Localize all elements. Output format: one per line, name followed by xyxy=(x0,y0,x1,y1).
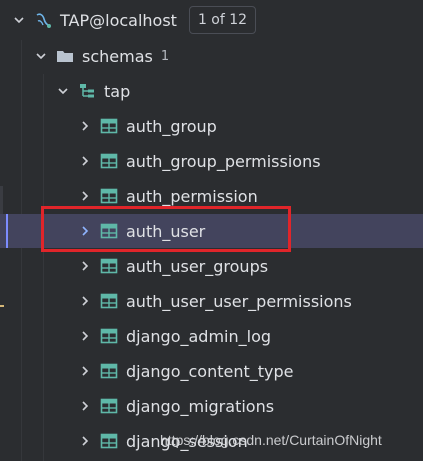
table-icon xyxy=(100,222,118,240)
table-icon xyxy=(100,327,118,345)
chevron-right-icon[interactable] xyxy=(78,189,92,203)
chevron-right-icon[interactable] xyxy=(78,154,92,168)
chevron-right-icon[interactable] xyxy=(78,329,92,343)
selection-indicator xyxy=(6,214,8,248)
folder-icon xyxy=(56,47,74,65)
table-icon xyxy=(100,187,118,205)
tree-row-connection[interactable]: TAP@localhost 1 of 12 xyxy=(0,3,423,37)
schema-icon xyxy=(78,82,96,100)
table-icon xyxy=(100,152,118,170)
table-label: auth_group xyxy=(126,116,217,136)
table-icon xyxy=(100,432,118,450)
table-label: auth_user xyxy=(126,221,206,241)
chevron-right-icon[interactable] xyxy=(78,119,92,133)
table-label: auth_user_user_permissions xyxy=(126,291,352,311)
database-tree: TAP@localhost 1 of 12 schemas 1 tap auth… xyxy=(0,0,423,461)
table-icon xyxy=(100,292,118,310)
chevron-right-icon[interactable] xyxy=(78,294,92,308)
tree-row-table[interactable]: auth_group_permissions xyxy=(0,144,423,178)
tree-row-table[interactable]: django_admin_log xyxy=(0,319,423,353)
table-label: auth_user_groups xyxy=(126,256,269,276)
table-icon xyxy=(100,397,118,415)
tree-row-schema-tap[interactable]: tap xyxy=(0,74,423,108)
chevron-right-icon[interactable] xyxy=(78,434,92,448)
tree-row-table[interactable]: auth_group xyxy=(0,109,423,143)
chevron-down-icon[interactable] xyxy=(34,49,48,63)
chevron-down-icon[interactable] xyxy=(56,84,70,98)
table-label: auth_permission xyxy=(126,186,258,206)
table-label: django_migrations xyxy=(126,396,275,416)
connection-label: TAP@localhost xyxy=(60,10,177,30)
tree-row-table[interactable]: django_content_type xyxy=(0,354,423,388)
table-icon xyxy=(100,117,118,135)
table-icon xyxy=(100,257,118,275)
schemas-label: schemas xyxy=(82,46,153,66)
chevron-right-icon[interactable] xyxy=(78,364,92,378)
tree-row-schemas[interactable]: schemas 1 xyxy=(0,39,423,73)
schema-label: tap xyxy=(104,81,131,101)
table-label: django_admin_log xyxy=(126,326,272,346)
tree-row-table[interactable]: django_migrations xyxy=(0,389,423,423)
watermark-text: https://blog.csdn.net/CurtainOfNight xyxy=(160,432,382,448)
tree-row-table[interactable]: auth_user xyxy=(0,214,423,248)
page-count-badge[interactable]: 1 of 12 xyxy=(188,6,257,34)
tree-row-table[interactable]: auth_user_user_permissions xyxy=(0,284,423,318)
chevron-right-icon[interactable] xyxy=(78,399,92,413)
chevron-right-icon[interactable] xyxy=(78,224,92,238)
chevron-down-icon[interactable] xyxy=(12,13,26,27)
schemas-count: 1 xyxy=(160,48,170,64)
tree-row-table[interactable]: auth_permission xyxy=(0,179,423,213)
table-label: auth_group_permissions xyxy=(126,151,321,171)
table-icon xyxy=(100,362,118,380)
tree-row-table[interactable]: auth_user_groups xyxy=(0,249,423,283)
chevron-right-icon[interactable] xyxy=(78,259,92,273)
table-label: django_content_type xyxy=(126,361,294,381)
database-connection-icon xyxy=(34,11,52,29)
